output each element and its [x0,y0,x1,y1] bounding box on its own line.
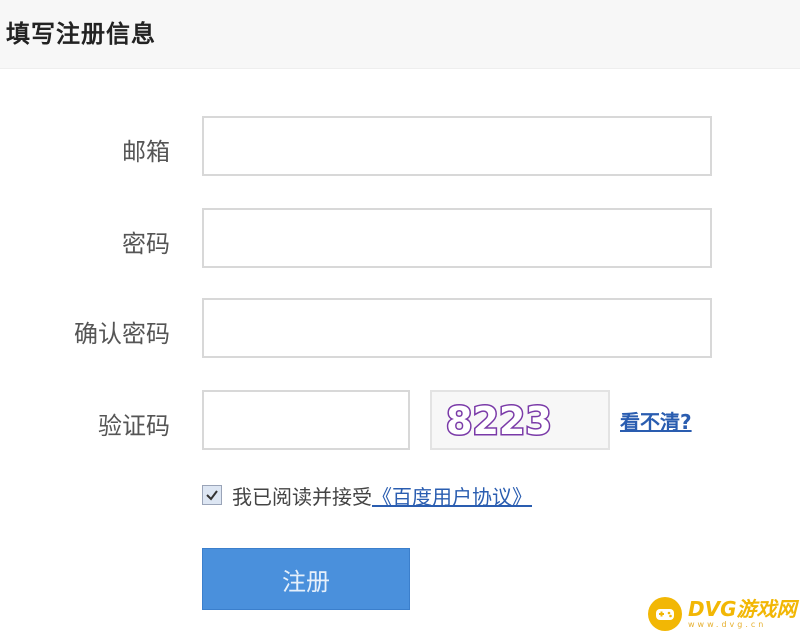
email-field[interactable] [202,116,712,176]
captcha-label: 验证码 [98,412,170,440]
password-field[interactable] [202,208,712,268]
confirm-password-label: 确认密码 [74,320,170,348]
captcha-field[interactable] [202,390,410,450]
register-button[interactable]: 注册 [202,548,410,610]
site-watermark: DVG游戏网 www.dvg.cn [648,596,797,632]
page-title: 填写注册信息 [6,20,156,48]
registration-page: 填写注册信息 邮箱 密码 确认密码 验证码 8223 看不清? 我已阅读并接受 … [0,0,800,639]
gamepad-icon [648,597,682,631]
agreement-row: 我已阅读并接受 《百度用户协议》 [202,480,532,510]
agree-checkbox[interactable] [202,485,222,505]
watermark-domain: www.dvg.cn [688,620,767,629]
checkmark-icon [206,490,218,501]
email-label: 邮箱 [122,138,170,166]
agree-text: 我已阅读并接受 [232,484,372,509]
confirm-password-field[interactable] [202,298,712,358]
user-agreement-link[interactable]: 《百度用户协议》 [372,481,532,510]
refresh-captcha-link[interactable]: 看不清? [620,406,692,435]
watermark-brand: DVG游戏网 [688,597,797,621]
captcha-text: 8223 [446,399,552,443]
header-bar: 填写注册信息 [0,0,800,69]
password-label: 密码 [122,230,170,258]
captcha-image[interactable]: 8223 [430,390,610,450]
